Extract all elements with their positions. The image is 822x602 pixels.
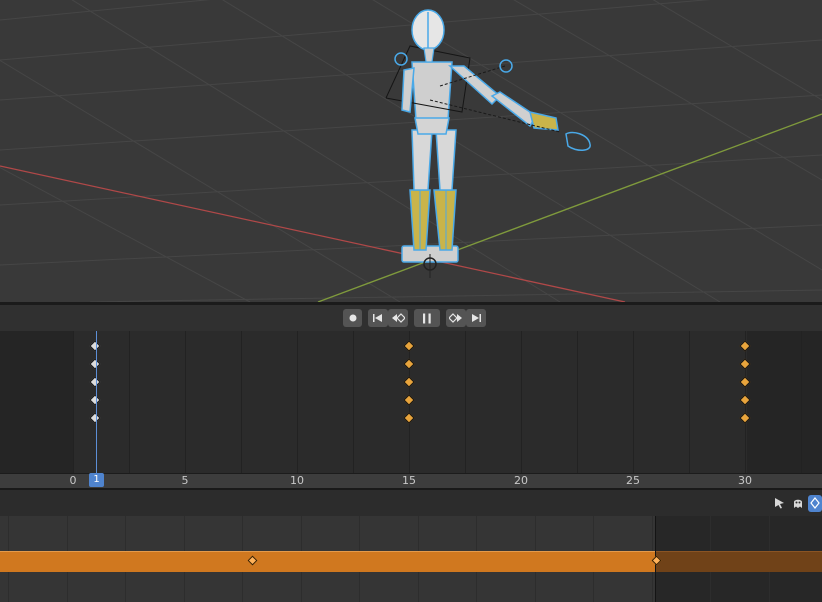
ruler-tick-label: 20 — [514, 474, 528, 487]
frame-gridline — [73, 331, 74, 473]
pause-icon — [422, 313, 432, 324]
ruler-tick-label: 0 — [69, 474, 77, 487]
pause-button[interactable] — [414, 309, 440, 327]
blender-window: 0 5 10 15 20 25 30 1 — [0, 0, 822, 602]
frame-gridline — [577, 331, 578, 473]
ruler-tick-label: 30 — [738, 474, 752, 487]
dopesheet-keyframe-area[interactable] — [0, 331, 822, 473]
keyframe-filter-button[interactable] — [808, 495, 822, 512]
ruler-tick-label: 15 — [402, 474, 416, 487]
ghost-icon — [792, 494, 804, 513]
playhead-line[interactable] — [96, 331, 97, 473]
current-frame-indicator[interactable]: 1 — [89, 473, 104, 487]
frame-gridline — [353, 331, 354, 473]
keyframe-diamond[interactable] — [403, 412, 415, 424]
3d-viewport[interactable] — [0, 0, 822, 302]
viewport-scene — [0, 0, 822, 302]
keyframe-diamond[interactable] — [403, 376, 415, 388]
frame-ruler[interactable]: 0 5 10 15 20 25 30 — [0, 473, 822, 488]
frame-gridline — [297, 331, 298, 473]
out-of-range-shade-left — [0, 331, 74, 473]
keyframe-diamond[interactable] — [403, 358, 415, 370]
jump-to-start-icon — [372, 313, 384, 323]
previous-keyframe-icon — [391, 313, 405, 323]
next-keyframe-button[interactable] — [446, 309, 466, 327]
nla-header — [0, 490, 822, 516]
action-strip-hold — [656, 551, 822, 572]
keyframe-filter-icon — [809, 494, 821, 513]
cursor-tool-button[interactable] — [770, 495, 787, 512]
ghost-toggle-button[interactable] — [789, 495, 806, 512]
playback-controls-bar — [0, 305, 822, 331]
frame-gridline — [241, 331, 242, 473]
nla-strip-area[interactable] — [0, 516, 822, 602]
ruler-tick-label: 10 — [290, 474, 304, 487]
ruler-tick-label: 5 — [181, 474, 189, 487]
frame-gridline — [521, 331, 522, 473]
frame-gridline — [801, 331, 802, 473]
ruler-tick-label: 25 — [626, 474, 640, 487]
record-dot-icon — [349, 314, 357, 322]
frame-gridline — [465, 331, 466, 473]
frame-gridline — [633, 331, 634, 473]
jump-to-end-icon — [470, 313, 482, 323]
jump-to-end-button[interactable] — [466, 309, 486, 327]
out-of-range-shade-right — [747, 331, 822, 473]
frame-gridline — [129, 331, 130, 473]
frame-gridline — [689, 331, 690, 473]
cursor-icon — [773, 494, 785, 513]
previous-keyframe-button[interactable] — [388, 309, 408, 327]
keyframe-diamond[interactable] — [403, 340, 415, 352]
keyframe-diamond[interactable] — [403, 394, 415, 406]
action-strip[interactable] — [0, 551, 656, 572]
frame-gridline — [185, 331, 186, 473]
jump-to-start-button[interactable] — [368, 309, 388, 327]
next-keyframe-icon — [449, 313, 463, 323]
record-button[interactable] — [343, 309, 362, 327]
